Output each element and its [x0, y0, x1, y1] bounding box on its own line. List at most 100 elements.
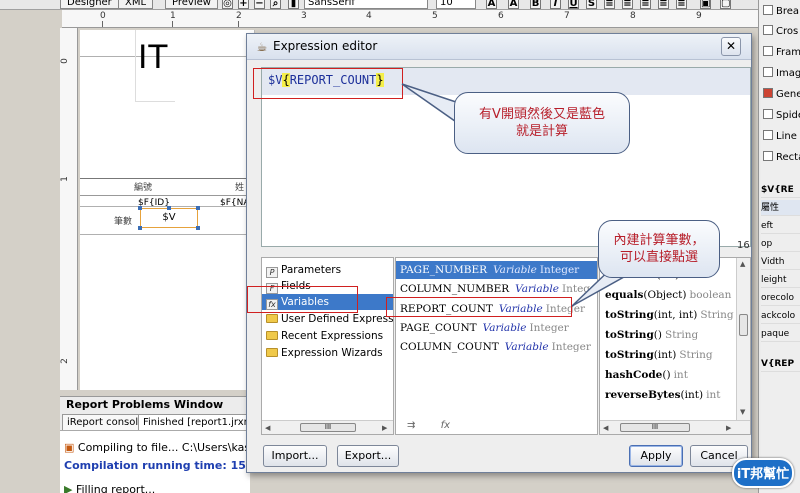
bold-icon[interactable]: B: [530, 0, 541, 9]
variable-item[interactable]: PAGE_NUMBER Variable Integer: [396, 261, 597, 279]
import-button[interactable]: Import...: [263, 445, 327, 467]
property-row[interactable]: orecolo: [761, 290, 800, 306]
column-header-id[interactable]: 編號: [134, 180, 152, 193]
count-label[interactable]: 筆數: [114, 214, 132, 227]
method-hscrollbar[interactable]: ◀ III ▶: [600, 420, 750, 434]
justify-icon[interactable]: ≡: [658, 0, 669, 9]
italic-icon[interactable]: I: [550, 0, 561, 9]
category-list[interactable]: P Parameters F Fields fx Variables User Def…: [261, 257, 394, 435]
palette-item[interactable]: Gene: [763, 85, 800, 105]
align-center-icon[interactable]: ≡: [622, 0, 633, 9]
box-icon[interactable]: ▣: [700, 0, 711, 9]
method-item[interactable]: toString() String: [605, 326, 745, 345]
selection-handle[interactable]: [138, 226, 142, 230]
scroll-left-icon[interactable]: ◀: [265, 424, 270, 432]
search-icon[interactable]: ⌕: [270, 0, 281, 9]
zoom-icon[interactable]: ◎: [222, 0, 233, 9]
dialog-titlebar[interactable]: ☕ Expression editor ✕: [247, 34, 751, 60]
tab-ireport-console[interactable]: iReport console: [62, 414, 150, 430]
method-item[interactable]: hashCode() int: [605, 366, 745, 385]
selection-handle[interactable]: [196, 206, 200, 210]
tab-xml[interactable]: XML: [118, 0, 154, 9]
font-grow-icon[interactable]: A: [486, 0, 497, 9]
category-item-parameters[interactable]: P Parameters: [266, 262, 393, 278]
rectangle-icon: [763, 151, 773, 161]
method-name: toString: [605, 349, 654, 361]
tab-designer[interactable]: Designer: [60, 0, 119, 9]
scroll-up-icon[interactable]: ▲: [740, 260, 745, 268]
spider-icon: [763, 109, 773, 119]
align-icon[interactable]: ▮: [288, 0, 299, 9]
zoom-in-icon[interactable]: +: [238, 0, 249, 9]
property-row[interactable]: paque: [761, 326, 800, 342]
method-name: toString: [605, 309, 654, 321]
align-right-icon[interactable]: ≡: [640, 0, 651, 9]
method-return: String: [700, 309, 734, 321]
scroll-right-icon[interactable]: ▶: [726, 424, 731, 432]
underline-icon[interactable]: U: [568, 0, 579, 9]
border-icon[interactable]: ▢: [720, 0, 731, 9]
apply-button[interactable]: Apply: [629, 445, 683, 467]
align-top-icon[interactable]: ≡: [676, 0, 687, 9]
method-item[interactable]: toString(int, int) String: [605, 306, 745, 325]
palette-item[interactable]: Imag: [763, 64, 800, 84]
property-row[interactable]: leight: [761, 272, 800, 288]
category-item-recent[interactable]: Recent Expressions: [266, 328, 393, 344]
scroll-thumb[interactable]: III: [300, 423, 356, 432]
font-shrink-icon[interactable]: A: [508, 0, 519, 9]
palette-item[interactable]: Brea: [763, 2, 800, 22]
ruler-tick: 9: [696, 11, 702, 21]
column-header-band[interactable]: [80, 178, 255, 196]
property-row[interactable]: ackcolo: [761, 308, 800, 324]
method-args: (Object): [643, 289, 687, 301]
selection-handle[interactable]: [138, 206, 142, 210]
close-button[interactable]: ✕: [721, 37, 741, 56]
selection-handle[interactable]: [167, 206, 171, 210]
method-item[interactable]: equals(Object) boolean: [605, 286, 745, 305]
report-title[interactable]: IT: [138, 38, 168, 77]
category-item-wizards[interactable]: Expression Wizards: [266, 345, 393, 361]
palette-panel: Brea Cros Fram Imag Gene Spide Line Rect…: [758, 0, 800, 493]
property-row[interactable]: op: [761, 236, 800, 252]
category-item-user-defined[interactable]: User Defined Expressions: [266, 311, 393, 327]
align-left-icon[interactable]: ≡: [604, 0, 615, 9]
variable-item[interactable]: COLUMN_COUNT Variable Integer: [396, 338, 597, 356]
palette-item[interactable]: Spide: [763, 106, 800, 126]
console-line: ▶ Filling report...: [64, 483, 155, 493]
variable-list[interactable]: PAGE_NUMBER Variable Integer COLUMN_NUMBER…: [395, 257, 598, 435]
insert-icon[interactable]: ⇉: [407, 420, 415, 431]
palette-item[interactable]: Recta: [763, 148, 800, 168]
scroll-right-icon[interactable]: ▶: [382, 424, 387, 432]
column-header-name[interactable]: 姓: [235, 180, 244, 193]
property-row[interactable]: eft: [761, 218, 800, 234]
method-item[interactable]: reverseBytes(int) int: [605, 386, 745, 405]
selection-handle[interactable]: [196, 226, 200, 230]
method-vscrollbar[interactable]: ▲ ▼: [736, 258, 750, 420]
count-variable-field[interactable]: $V: [140, 208, 198, 228]
zoom-out-icon[interactable]: −: [254, 0, 265, 9]
scroll-thumb[interactable]: III: [620, 423, 690, 432]
variable-item[interactable]: COLUMN_NUMBER Variable Integer: [396, 280, 597, 298]
font-name-select[interactable]: SansSerif: [304, 0, 428, 9]
ruler-tick: 2: [236, 11, 242, 21]
method-list[interactable]: bitCount(int)int equals(Object)boolean t…: [599, 257, 751, 435]
variable-item[interactable]: PAGE_COUNT Variable Integer: [396, 319, 597, 337]
method-item[interactable]: toString(int) String: [605, 346, 745, 365]
strikethrough-icon[interactable]: S: [586, 0, 597, 9]
font-size-select[interactable]: 10: [436, 0, 476, 9]
variable-name: COLUMN_NUMBER: [400, 283, 510, 295]
palette-item[interactable]: Line: [763, 127, 800, 147]
scroll-down-icon[interactable]: ▼: [740, 408, 745, 416]
palette-item[interactable]: Cros: [763, 22, 800, 42]
console-text: Compiling to file... C:\Users\kase: [77, 441, 250, 454]
scroll-thumb[interactable]: [739, 314, 748, 336]
category-hscrollbar[interactable]: ◀ III ▶: [262, 420, 393, 434]
palette-item[interactable]: Fram: [763, 43, 800, 63]
scroll-left-icon[interactable]: ◀: [603, 424, 608, 432]
tab-preview[interactable]: Preview: [165, 0, 218, 9]
fx-function-icon[interactable]: fx: [441, 420, 450, 431]
export-button[interactable]: Export...: [337, 445, 399, 467]
generic-icon: [763, 88, 773, 98]
palette-label: Fram: [776, 47, 800, 58]
property-row[interactable]: Vidth: [761, 254, 800, 270]
